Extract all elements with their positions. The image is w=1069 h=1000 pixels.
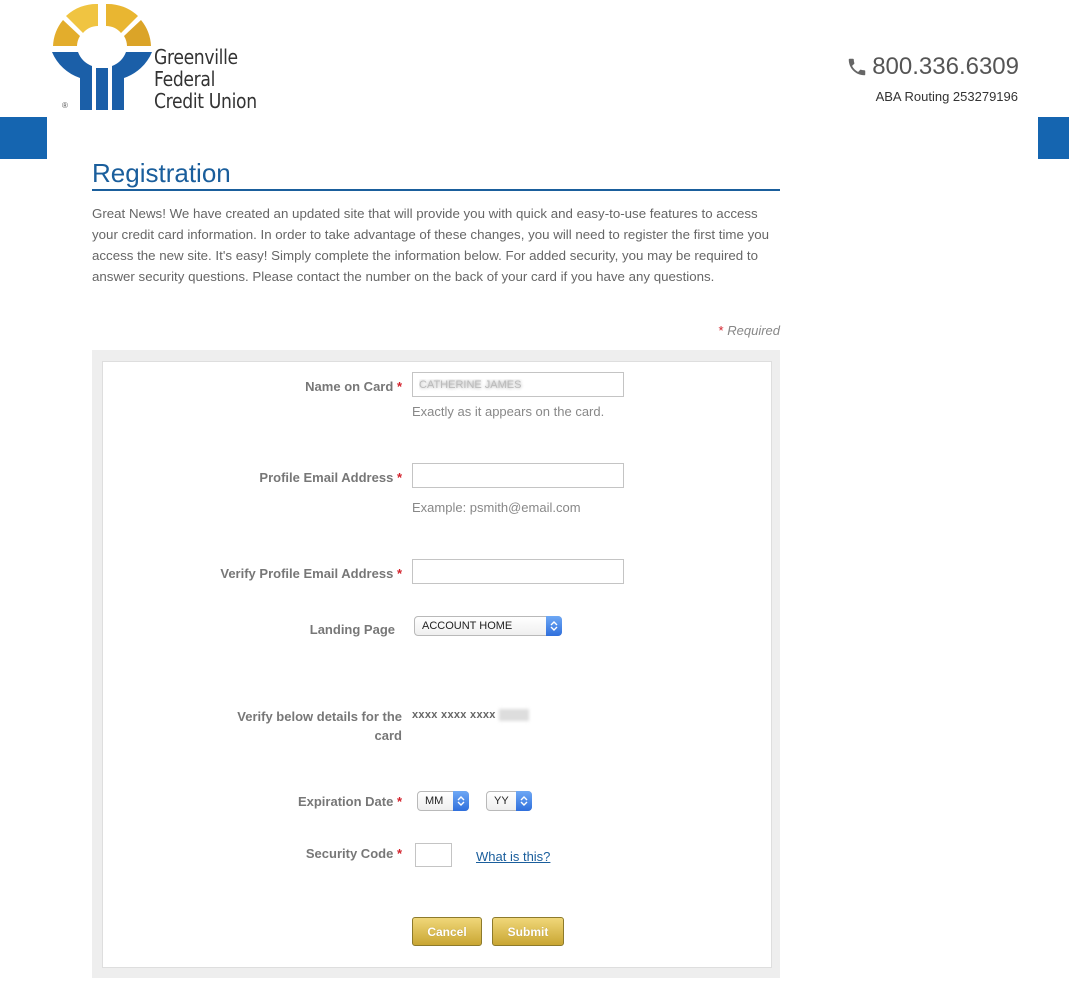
expiration-label-text: Expiration Date xyxy=(297,794,394,809)
name-on-card-input[interactable] xyxy=(412,372,624,397)
select-arrows-icon xyxy=(453,791,469,811)
logo-text: Greenville Federal Credit Union xyxy=(154,46,257,112)
submit-button[interactable]: Submit xyxy=(492,917,564,946)
phone-icon xyxy=(848,58,866,76)
cancel-button[interactable]: Cancel xyxy=(412,917,482,946)
page-title: Registration xyxy=(92,158,780,191)
expiration-year-select[interactable]: YY xyxy=(486,791,532,811)
required-star: * xyxy=(396,470,402,485)
logo-line-1: Greenville xyxy=(154,45,238,69)
verify-email-label: Verify Profile Email Address * xyxy=(220,566,402,581)
nav-bar-right xyxy=(1038,117,1069,159)
landing-page-select[interactable]: ACCOUNT HOME xyxy=(414,616,562,636)
aba-routing: ABA Routing 253279196 xyxy=(875,89,1018,104)
required-star: * xyxy=(396,566,402,581)
expiration-month-select[interactable]: MM xyxy=(417,791,469,811)
required-note: * Required xyxy=(700,323,780,338)
nav-bar-left xyxy=(0,117,47,159)
required-star: * xyxy=(718,323,724,338)
required-label: Required xyxy=(727,323,780,338)
expiration-year-value: YY xyxy=(494,795,509,807)
expiration-label: Expiration Date * xyxy=(298,794,402,809)
name-on-card-hint: Exactly as it appears on the card. xyxy=(412,404,605,419)
name-on-card-label-text: Name on Card xyxy=(305,379,394,394)
email-hint: Example: psmith@email.com xyxy=(412,500,581,515)
required-star: * xyxy=(396,379,402,394)
email-label: Profile Email Address * xyxy=(259,470,402,485)
logo-emblem xyxy=(52,3,152,110)
verify-card-label: Verify below details for the card xyxy=(237,709,402,743)
security-code-label-text: Security Code xyxy=(305,846,394,861)
redacted-last-digits xyxy=(498,709,529,722)
landing-page-label: Landing Page xyxy=(309,622,395,637)
required-star: * xyxy=(396,794,402,809)
email-input[interactable] xyxy=(412,463,624,488)
credit-union-logo[interactable]: Greenville Federal Credit Union xyxy=(52,2,257,114)
landing-page-selected: ACCOUNT HOME xyxy=(422,620,513,632)
verify-email-label-text: Verify Profile Email Address xyxy=(220,566,394,581)
intro-paragraph: Great News! We have created an updated s… xyxy=(92,206,770,284)
email-label-text: Profile Email Address xyxy=(259,470,394,485)
masked-digits: xxxx xxxx xxxx xyxy=(412,709,496,721)
security-code-label: Security Code * xyxy=(306,846,402,861)
verify-email-input[interactable] xyxy=(412,559,624,584)
name-on-card-label: Name on Card * xyxy=(305,379,402,394)
logo-line-3: Credit Union xyxy=(154,89,257,113)
phone-number[interactable]: 800.336.6309 xyxy=(846,53,1019,81)
select-arrows-icon xyxy=(516,791,532,811)
phone-text: 800.336.6309 xyxy=(872,53,1019,80)
what-is-this-link[interactable]: What is this? xyxy=(476,849,550,864)
expiration-month-value: MM xyxy=(425,795,444,807)
select-arrows-icon xyxy=(546,616,562,636)
registered-mark: ® xyxy=(62,101,68,110)
required-star: * xyxy=(396,846,402,861)
form-inner-panel xyxy=(102,361,772,968)
logo-line-2: Federal xyxy=(154,67,216,91)
security-code-input[interactable] xyxy=(415,843,452,867)
masked-card-number: xxxx xxxx xxxx xyxy=(412,709,529,722)
